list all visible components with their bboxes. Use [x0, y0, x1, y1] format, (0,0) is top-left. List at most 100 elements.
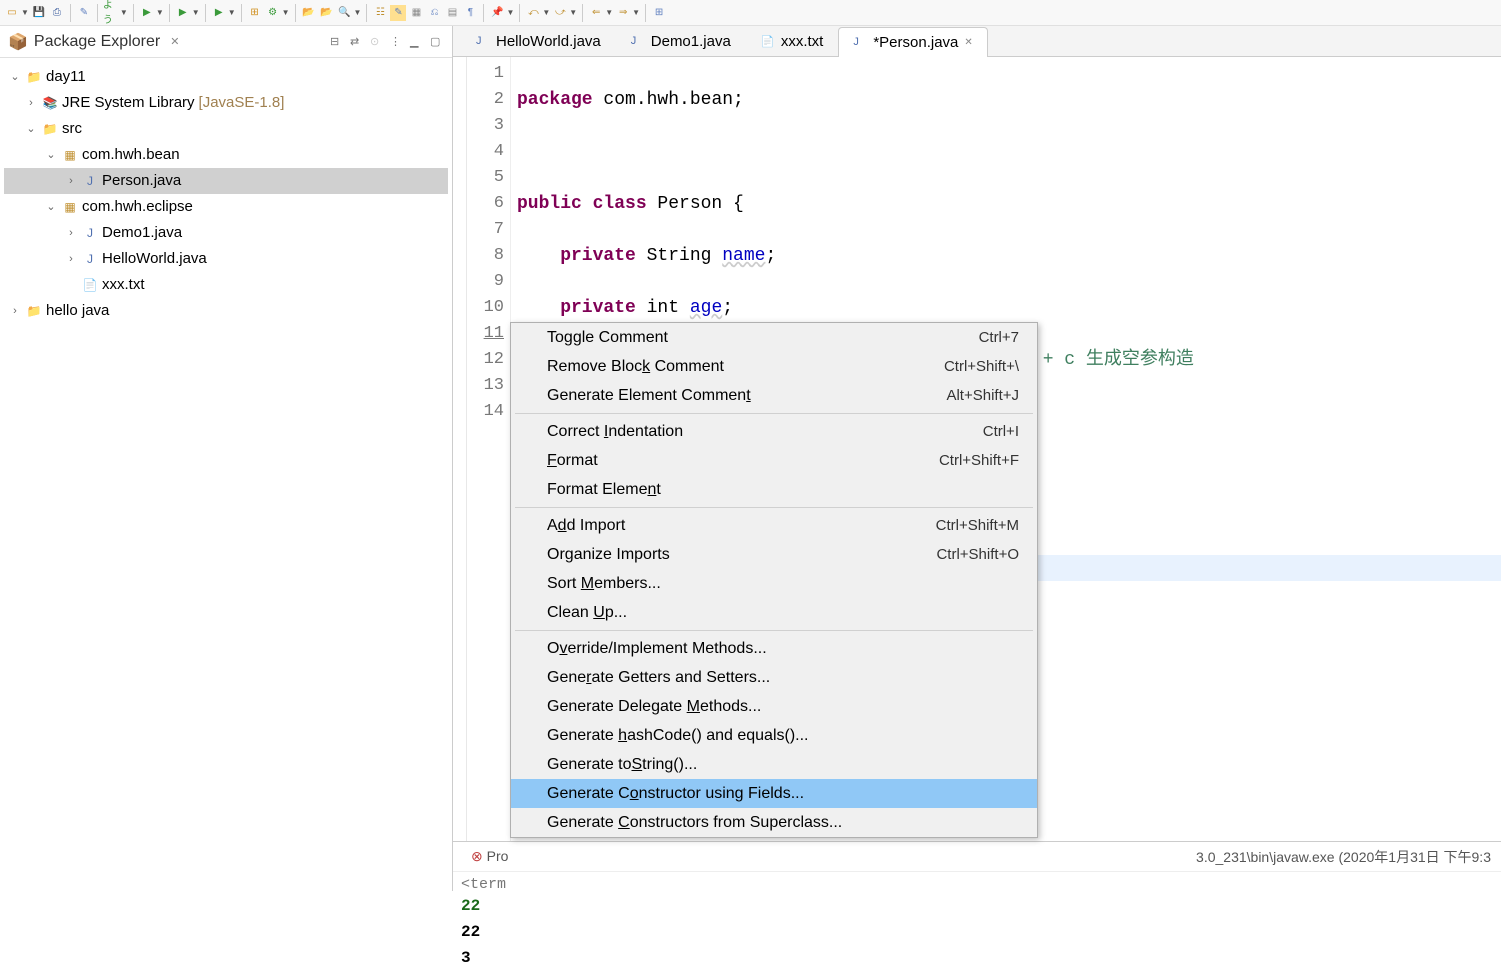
tab-demo1[interactable]: J Demo1.java — [616, 26, 746, 56]
show-ws-icon[interactable]: ▤ — [444, 5, 460, 21]
open-type-icon[interactable]: 📂 — [301, 5, 317, 21]
link-editor-icon[interactable]: ⇄ — [350, 35, 364, 49]
source-context-menu: Toggle CommentCtrl+7Remove Block Comment… — [510, 322, 1038, 838]
menu-shortcut: Ctrl+I — [983, 423, 1019, 440]
menu-item[interactable]: Override/Implement Methods... — [511, 634, 1037, 663]
expand-toggle-icon[interactable]: › — [64, 246, 78, 272]
menu-item[interactable]: Organize ImportsCtrl+Shift+O — [511, 540, 1037, 569]
menu-shortcut: Ctrl+Shift+O — [936, 546, 1019, 563]
expand-toggle-icon[interactable]: ⌄ — [8, 64, 22, 90]
file-person[interactable]: › J Person.java — [4, 168, 448, 194]
jre-system-library[interactable]: › 📚 JRE System Library [JavaSE-1.8] — [4, 90, 448, 116]
dropdown-icon[interactable]: ▼ — [542, 8, 550, 17]
maximize-icon[interactable]: ▢ — [430, 35, 444, 49]
menu-label: Sort Members... — [547, 575, 1019, 593]
tab-xxx[interactable]: 📄 xxx.txt — [746, 26, 839, 56]
expand-toggle-icon[interactable]: › — [64, 168, 78, 194]
dropdown-icon[interactable]: ▼ — [632, 8, 640, 17]
file-helloworld[interactable]: › J HelloWorld.java — [4, 246, 448, 272]
focus-icon[interactable]: ⊙ — [370, 35, 384, 49]
menu-item[interactable]: Generate Constructor using Fields... — [511, 779, 1037, 808]
menu-shortcut: Ctrl+Shift+F — [939, 452, 1019, 469]
menu-item[interactable]: Generate Constructors from Superclass... — [511, 808, 1037, 837]
block-sel-icon[interactable]: ▦ — [408, 5, 424, 21]
close-icon[interactable]: ✕ — [170, 35, 179, 48]
collapse-all-icon[interactable]: ⊟ — [330, 35, 344, 49]
dropdown-icon[interactable]: ▼ — [354, 8, 362, 17]
menu-item[interactable]: Generate Element CommentAlt+Shift+J — [511, 381, 1037, 410]
java-file-icon: J — [853, 36, 867, 50]
file-demo1[interactable]: › J Demo1.java — [4, 220, 448, 246]
menu-item[interactable]: Generate Getters and Setters... — [511, 663, 1037, 692]
dropdown-icon[interactable]: ▼ — [192, 8, 200, 17]
run-ext-icon[interactable]: ▶ — [175, 5, 191, 21]
new-icon[interactable]: ▭ — [4, 5, 20, 21]
back-icon[interactable]: ⇐ — [588, 5, 604, 21]
editor-tab-bar: J HelloWorld.java J Demo1.java 📄 xxx.txt… — [453, 26, 1501, 57]
menu-item[interactable]: FormatCtrl+Shift+F — [511, 446, 1037, 475]
pin-icon[interactable]: 📌 — [489, 5, 505, 21]
java-file-icon: J — [82, 173, 98, 189]
fwd-icon[interactable]: ⇒ — [615, 5, 631, 21]
package-eclipse[interactable]: ⌄ ▦ com.hwh.eclipse — [4, 194, 448, 220]
dropdown-icon[interactable]: ▼ — [21, 8, 29, 17]
tab-person[interactable]: J *Person.java ✕ — [838, 27, 987, 57]
minimize-icon[interactable]: ▁ — [410, 35, 424, 49]
menu-item[interactable]: Clean Up... — [511, 598, 1037, 627]
menu-item[interactable]: Generate toString()... — [511, 750, 1037, 779]
dropdown-icon[interactable]: ▼ — [120, 8, 128, 17]
menu-shortcut: Ctrl+7 — [979, 329, 1019, 346]
project-hello-java[interactable]: › 📁 hello java — [4, 298, 448, 324]
expand-toggle-icon[interactable]: ⌄ — [44, 142, 58, 168]
menu-item[interactable]: Correct IndentationCtrl+I — [511, 417, 1037, 446]
dropdown-icon[interactable]: ▼ — [569, 8, 577, 17]
dropdown-icon[interactable]: ▼ — [228, 8, 236, 17]
menu-item[interactable]: Generate Delegate Methods... — [511, 692, 1037, 721]
tab-helloworld[interactable]: J HelloWorld.java — [461, 26, 616, 56]
expand-toggle-icon[interactable]: › — [64, 220, 78, 246]
expand-toggle-icon[interactable]: ⌄ — [44, 194, 58, 220]
refactor-icon[interactable]: ⎌ — [426, 5, 442, 21]
file-xxx[interactable]: 📄 xxx.txt — [4, 272, 448, 298]
java-file-icon: J — [631, 35, 645, 49]
perspective-icon[interactable]: ⊞ — [651, 5, 667, 21]
dropdown-icon[interactable]: ▼ — [156, 8, 164, 17]
menu-label: Generate Constructors from Superclass... — [547, 814, 1019, 832]
save-all-icon[interactable]: ⎙ — [49, 5, 65, 21]
menu-item[interactable]: Generate hashCode() and equals()... — [511, 721, 1037, 750]
dropdown-icon[interactable]: ▼ — [605, 8, 613, 17]
run-last-icon[interactable]: ▶ — [211, 5, 227, 21]
src-folder[interactable]: ⌄ 📁 src — [4, 116, 448, 142]
debug-icon[interactable]: �ようむ — [103, 5, 119, 21]
problems-tab[interactable]: ⊗ Pro — [461, 844, 518, 869]
menu-item[interactable]: Toggle CommentCtrl+7 — [511, 323, 1037, 352]
annot-next-icon[interactable]: ⤻ — [552, 5, 568, 21]
project-day11[interactable]: ⌄ 📁 day11 — [4, 64, 448, 90]
source-folder-icon: 📁 — [42, 121, 58, 137]
package-bean[interactable]: ⌄ ▦ com.hwh.bean — [4, 142, 448, 168]
annot-prev-icon[interactable]: ⤺ — [525, 5, 541, 21]
menu-separator — [515, 507, 1033, 508]
view-menu-icon[interactable]: ⋮ — [390, 35, 404, 49]
dropdown-icon[interactable]: ▼ — [506, 8, 514, 17]
menu-item[interactable]: Add ImportCtrl+Shift+M — [511, 511, 1037, 540]
ext-tools-icon[interactable]: ⚙ — [265, 5, 281, 21]
run-icon[interactable]: ▶ — [139, 5, 155, 21]
wand-icon[interactable]: ✎ — [76, 5, 92, 21]
expand-toggle-icon[interactable]: › — [24, 90, 38, 116]
console-path: 3.0_231\bin\javaw.exe (2020年1月31日 下午9:3 — [1186, 843, 1501, 871]
search-icon[interactable]: 🔍 — [337, 5, 353, 21]
expand-toggle-icon[interactable]: › — [8, 298, 22, 324]
highlight-icon[interactable]: ✎ — [390, 5, 406, 21]
menu-item[interactable]: Format Element — [511, 475, 1037, 504]
open-task-icon[interactable]: 📂 — [319, 5, 335, 21]
menu-item[interactable]: Remove Block CommentCtrl+Shift+\ — [511, 352, 1037, 381]
save-icon[interactable]: 💾 — [31, 5, 47, 21]
dropdown-icon[interactable]: ▼ — [282, 8, 290, 17]
pilcrow-icon[interactable]: ¶ — [462, 5, 478, 21]
toggle-breadcrumb-icon[interactable]: ☷ — [372, 5, 388, 21]
menu-item[interactable]: Sort Members... — [511, 569, 1037, 598]
expand-toggle-icon[interactable]: ⌄ — [24, 116, 38, 142]
close-icon[interactable]: ✕ — [964, 37, 972, 48]
new-pkg-icon[interactable]: ⊞ — [247, 5, 263, 21]
